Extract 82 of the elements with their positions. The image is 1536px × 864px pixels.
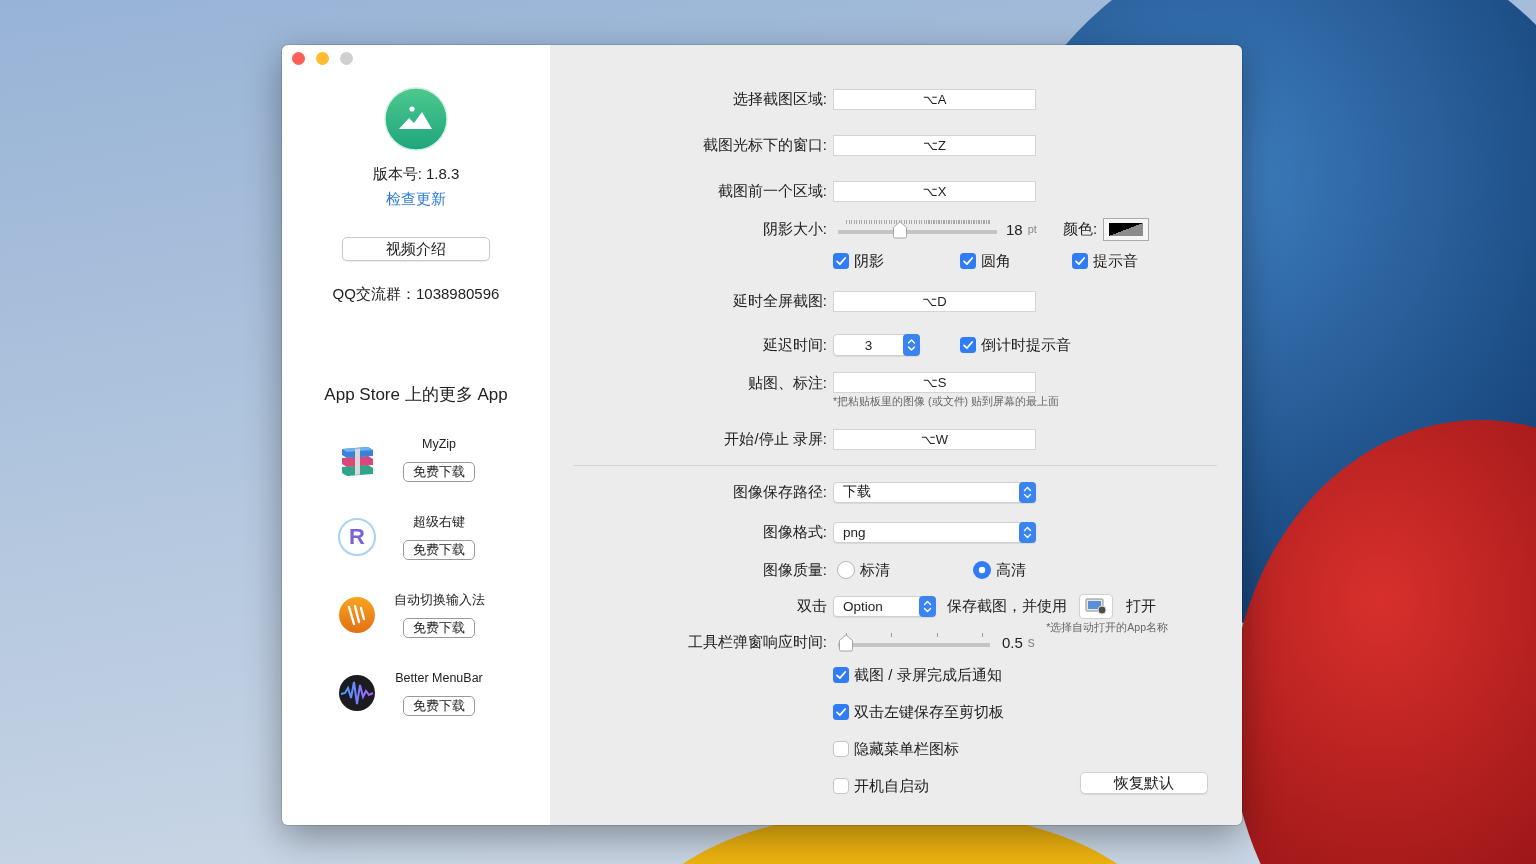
unit-label: s	[1027, 634, 1035, 650]
setting-label: 开始/停止 录屏:	[723, 429, 827, 449]
checkbox-label: 提示音	[1093, 251, 1138, 271]
slanted-lines-logo-icon	[338, 596, 376, 634]
checkbox-label: 倒计时提示音	[981, 335, 1071, 355]
app-name: 超级右键	[413, 514, 465, 530]
dropdown[interactable]: Option	[833, 595, 936, 617]
app-name: MyZip	[422, 436, 456, 452]
slider-thumb[interactable]	[838, 634, 854, 652]
checkbox[interactable]	[1072, 253, 1088, 269]
app-picker-button[interactable]	[1079, 593, 1113, 619]
shortcut-field[interactable]: ⌥A	[833, 88, 1036, 110]
checkbox[interactable]	[960, 253, 976, 269]
slider-value: 18	[1006, 220, 1023, 238]
checkbox[interactable]	[833, 777, 849, 794]
shortcut-field[interactable]: ⌥D	[833, 290, 1036, 312]
setting-label: 工具栏弹窗响应时间:	[686, 632, 827, 652]
setting-label: 选择截图区域:	[731, 89, 827, 109]
shortcut-field[interactable]: ⌥X	[833, 180, 1036, 202]
landscape-logo-icon	[384, 87, 448, 151]
setting-label: 延时全屏截图:	[731, 291, 827, 311]
checkbox[interactable]	[960, 337, 976, 353]
checkbox-label: 开机自启动	[854, 775, 929, 796]
color-well[interactable]	[1103, 217, 1150, 241]
setting-label: 截图光标下的窗口:	[701, 135, 827, 155]
waveform-logo-icon	[338, 674, 376, 712]
shortcut-field[interactable]: ⌥S	[833, 372, 1036, 393]
app-name: 自动切换输入法	[393, 592, 485, 608]
free-download-button[interactable]: 免费下载	[403, 696, 475, 716]
setting-label: 图像保存路径:	[731, 482, 827, 502]
checkbox[interactable]	[833, 740, 849, 757]
free-download-button[interactable]: 免费下载	[403, 462, 475, 482]
image-viewer-icon	[1085, 597, 1107, 615]
video-intro-button[interactable]: 视频介绍	[342, 237, 490, 261]
radio-label: 标清	[860, 560, 890, 580]
checkbox-label: 阴影	[854, 251, 884, 271]
up-down-chevron-icon	[1019, 481, 1036, 503]
checkbox[interactable]	[833, 253, 849, 269]
version-text: 版本号: 1.8.3	[372, 164, 460, 184]
open-text: 打开	[1126, 596, 1156, 616]
restore-defaults-button[interactable]: 恢复默认	[1080, 772, 1208, 794]
letter-logo: R	[338, 518, 376, 556]
qq-group-text: QQ交流群：1038980596	[332, 284, 500, 304]
minimize-button[interactable]	[316, 52, 329, 65]
slider-thumb[interactable]	[892, 221, 909, 239]
more-apps-heading: App Store 上的更多 App	[324, 384, 508, 406]
radio-button[interactable]	[973, 561, 991, 579]
setting-label: 贴图、标注:	[746, 373, 827, 393]
free-download-button[interactable]: 免费下载	[403, 540, 475, 560]
up-down-chevron-icon	[903, 334, 920, 356]
checkbox[interactable]	[833, 666, 849, 683]
checkbox-label: 截图 / 录屏完成后通知	[854, 664, 1002, 685]
free-download-button[interactable]: 免费下载	[403, 618, 475, 638]
checkbox-label: 双击左键保存至剪切板	[854, 701, 1004, 722]
slider-value: 0.5	[1002, 633, 1023, 651]
action-text: 保存截图，并使用	[947, 596, 1067, 616]
dropdown[interactable]: 下载	[833, 481, 1036, 503]
unit-label: pt	[1027, 223, 1037, 235]
stepper-field[interactable]: 3	[833, 334, 920, 356]
up-down-chevron-icon	[919, 595, 936, 617]
radio-label: 高清	[996, 560, 1026, 580]
dropdown[interactable]: png	[833, 521, 1036, 543]
hint-note: *把粘贴板里的图像 (或文件) 贴到屏幕的最上面	[833, 394, 1059, 408]
setting-label: 延迟时间:	[761, 335, 827, 355]
setting-label: 图像质量:	[761, 560, 827, 580]
hint-note: *选择自动打开的App名称	[1046, 620, 1168, 634]
radio-button[interactable]	[837, 561, 855, 579]
checkbox[interactable]	[833, 703, 849, 720]
setting-label: 图像格式:	[761, 522, 827, 542]
up-down-chevron-icon	[1019, 521, 1036, 543]
setting-label: 阴影大小:	[761, 219, 827, 239]
setting-label: 双击	[796, 596, 827, 616]
shortcut-field[interactable]: ⌥W	[833, 428, 1036, 450]
checkbox-label: 圆角	[981, 251, 1011, 271]
close-button[interactable]	[292, 52, 305, 65]
setting-label: 截图前一个区域:	[716, 181, 827, 201]
checkbox-label: 隐藏菜单栏图标	[854, 738, 959, 759]
color-label: 颜色:	[1062, 219, 1098, 239]
check-update-link[interactable]: 检查更新	[386, 189, 446, 209]
zoom-button[interactable]	[340, 52, 353, 65]
shortcut-field[interactable]: ⌥Z	[833, 134, 1036, 156]
app-name: Better MenuBar	[395, 670, 483, 686]
